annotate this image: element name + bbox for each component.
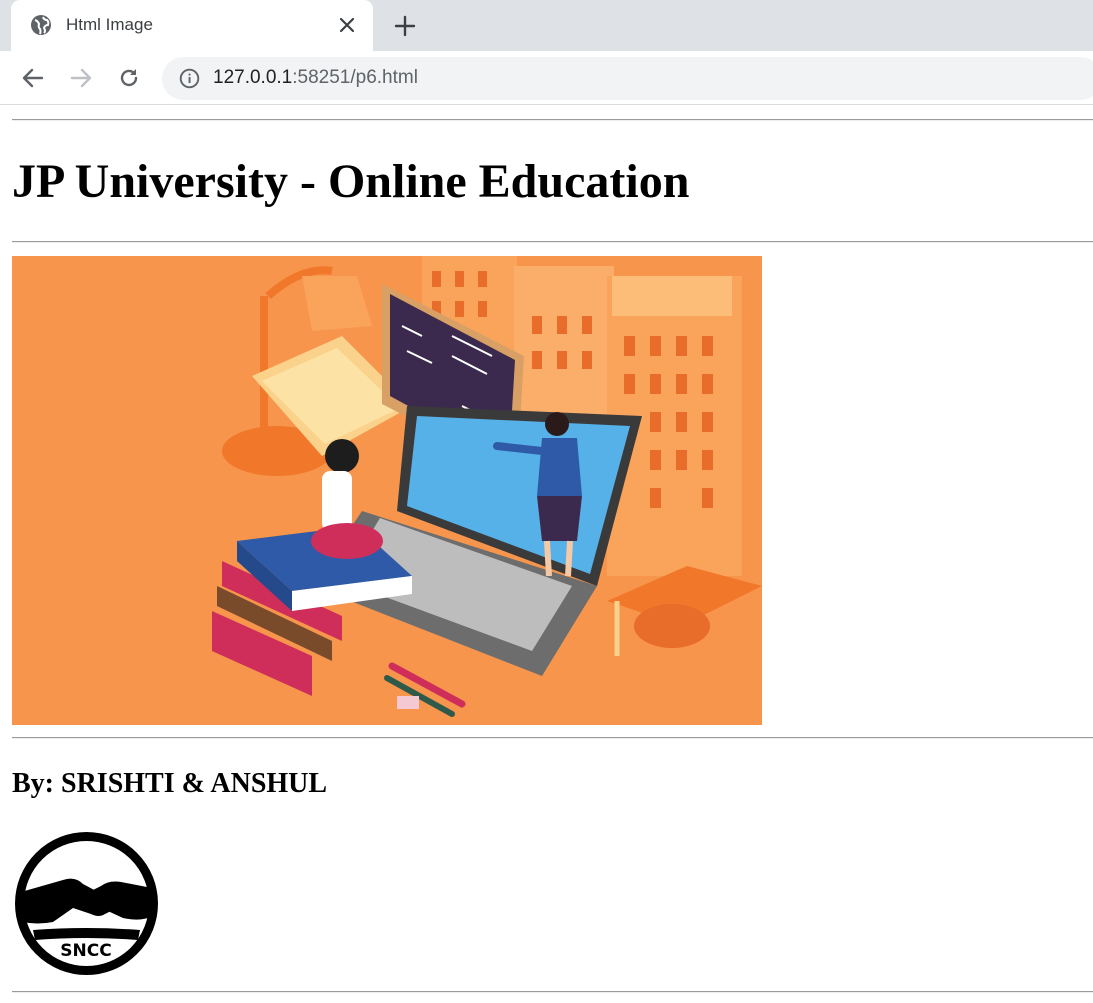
- new-tab-icon[interactable]: [393, 14, 417, 38]
- info-icon[interactable]: [179, 68, 200, 89]
- close-icon[interactable]: [337, 15, 357, 35]
- horizontal-rule: [12, 737, 1093, 739]
- page-content: JP University - Online Education By: SRI…: [0, 106, 1093, 1003]
- byline: By: SRISHTI & ANSHUL: [12, 768, 328, 799]
- url-text[interactable]: 127.0.0.1:58251/p6.html: [213, 67, 418, 89]
- url-path: :58251/p6.html: [292, 67, 418, 88]
- globe-icon: [31, 15, 51, 35]
- online-education-illustration: [12, 256, 762, 725]
- horizontal-rule: [12, 241, 1093, 243]
- browser-tab[interactable]: Html Image: [11, 0, 373, 51]
- horizontal-rule: [12, 119, 1093, 121]
- horizontal-rule: [12, 991, 1093, 993]
- page-heading: JP University - Online Education: [12, 155, 690, 208]
- logo-text: SNCC: [60, 941, 111, 961]
- forward-button[interactable]: [69, 66, 93, 90]
- url-host: 127.0.0.1: [213, 67, 293, 88]
- browser-toolbar: 127.0.0.1:58251/p6.html: [0, 51, 1093, 105]
- address-bar[interactable]: 127.0.0.1:58251/p6.html: [162, 57, 1093, 100]
- sncc-logo: SNCC: [15, 832, 158, 975]
- reload-button[interactable]: [117, 66, 141, 90]
- tab-strip: Html Image: [0, 0, 1093, 51]
- tab-title: Html Image: [66, 15, 153, 34]
- back-button[interactable]: [21, 66, 45, 90]
